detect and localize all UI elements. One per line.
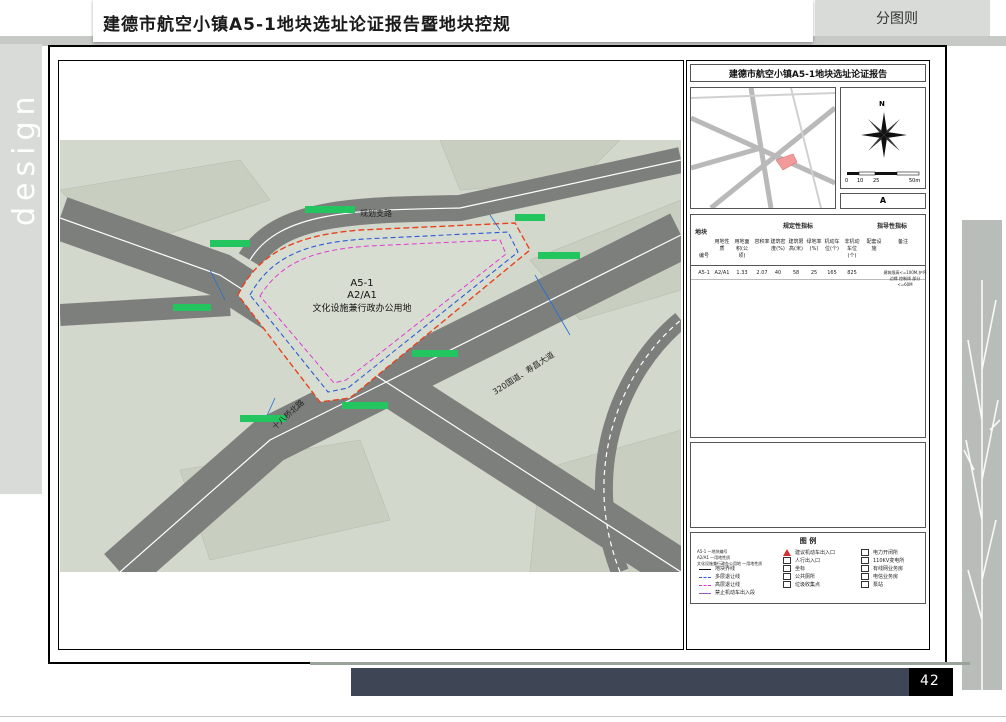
table-cell: 165 <box>827 270 837 276</box>
legend-symbol-icon <box>783 565 791 572</box>
table-header-cell: 非机动车位(个) <box>844 239 860 259</box>
legend-item: 人行出入口 <box>795 558 821 564</box>
table-group-guiding: 指导性指标 <box>877 223 908 230</box>
legend-box: 图 例 A5-1 —地块编号 A2/A1 —用地性质 文化设施兼行政办公用地 —用地… <box>690 532 926 604</box>
table-cell: 25 <box>810 270 818 276</box>
table-header-cell: 建筑限高(米) <box>788 239 804 252</box>
legend-item: 有线网业务房 <box>873 566 904 572</box>
parcel-description-label: 文化设施兼行政办公用地 <box>312 302 411 314</box>
north-arrow-box: N 0 10 25 50m <box>840 87 926 189</box>
legend-line-swatch <box>699 593 711 594</box>
indicator-table: 地块 规定性指标 指导性指标 编号 用地性质 用地面积(公顷) 容积率 建筑密度(%) 建… <box>690 214 927 438</box>
legend-item: 泵站 <box>873 582 884 588</box>
table-header-cell: 用地性质 <box>714 239 730 252</box>
legend-item: 电信业务房 <box>873 574 899 580</box>
legend-item: 高层退让线 <box>715 582 741 588</box>
legend-symbol-icon <box>783 573 791 580</box>
table-cell: A5-1 <box>698 270 710 276</box>
design-watermark-text: design <box>7 90 40 226</box>
facility-symbol-icon <box>861 565 869 572</box>
table-group-mandatory: 规定性指标 <box>783 223 814 230</box>
scale-label: 10 <box>857 178 863 184</box>
facility-symbol-icon <box>861 557 869 564</box>
scale-label: 50m <box>909 178 920 184</box>
site-plan-map[interactable]: 规划支路 320国道、寿昌大道 十八桥北路 A5-1 A2/A1 文化设施兼行政… <box>60 140 681 572</box>
site-plan-drawing: 规划支路 320国道、寿昌大道 十八桥北路 A5-1 A2/A1 文化设施兼行政… <box>60 140 681 572</box>
scale-label: 25 <box>873 178 879 184</box>
legend-item: 公共厕所 <box>795 574 816 580</box>
legend-line-swatch <box>699 569 711 570</box>
scale-label: 0 <box>845 178 848 184</box>
facility-symbol-icon <box>861 549 869 556</box>
parcel-landuse-label: A2/A1 <box>347 290 377 301</box>
table-group-plot: 地块 <box>695 229 708 236</box>
table-header-cell: 编号 <box>698 253 709 259</box>
locator-map[interactable] <box>690 87 836 209</box>
north-label: N <box>879 100 885 108</box>
table-header-cell: 机动车位(个) <box>824 239 840 252</box>
document-title: 建德市航空小镇A5-1地块选址论证报告暨地块控规 <box>103 15 511 35</box>
report-title: 建德市航空小镇A5-1地块选址论证报告 <box>728 70 888 80</box>
footer-bar <box>351 668 909 696</box>
table-cell: 1.33 <box>736 270 748 276</box>
facility-symbol-icon <box>861 573 869 580</box>
legend-item: 建议机动车出入口 <box>795 550 836 556</box>
legend-title: 图 例 <box>799 537 817 545</box>
notes-box <box>690 442 926 528</box>
road-label-north: 规划支路 <box>360 208 392 218</box>
table-header-cell: 建筑密度(%) <box>770 239 786 252</box>
table-cell: 建筑限高<=100M,护坪边缘 控制线 部分<=60M <box>883 270 927 287</box>
legend-line-swatch <box>699 585 711 586</box>
footer-line <box>0 716 1006 717</box>
locator-label: A <box>879 196 887 205</box>
legend-item: 坐标 <box>795 566 806 572</box>
table-cell: 58 <box>792 270 800 276</box>
table-header-cell: 备注 <box>897 239 908 245</box>
facility-symbol-icon <box>861 581 869 588</box>
legend-item: 110KV变电所 <box>873 558 905 564</box>
table-cell: 825 <box>847 270 857 276</box>
legend-symbol-icon <box>783 557 791 564</box>
bottom-rule <box>310 662 970 665</box>
table-header-cell: 用地面积(公顷) <box>734 239 750 259</box>
legend-item: 地块界线 <box>715 566 736 572</box>
page-number: 42 <box>920 673 940 689</box>
compass-icon <box>861 112 907 158</box>
design-watermark: design <box>7 90 40 226</box>
table-header-cell: 绿地率(%) <box>806 239 822 252</box>
legend-item: 垃圾收集点 <box>795 582 821 588</box>
legend-symbol-icon <box>783 581 791 588</box>
legend-item: 多层退让线 <box>715 574 741 580</box>
table-cell: A2/A1 <box>714 270 730 276</box>
parcel-code-label: A5-1 <box>350 278 373 289</box>
vehicle-entrance-icon <box>783 549 791 556</box>
legend-item: 电力开闭所 <box>873 550 899 556</box>
section-label: 分图则 <box>876 11 918 27</box>
scale-bar: 0 10 25 50m <box>845 171 920 184</box>
table-header-cell: 配套设施 <box>866 239 882 252</box>
legend-line-swatch <box>699 577 711 578</box>
table-cell: 40 <box>774 270 782 276</box>
legend-item: 禁止机动车出入段 <box>715 590 756 596</box>
table-header-rule <box>691 265 925 266</box>
right-tree-decoration <box>962 220 1002 690</box>
tree-branches-icon <box>963 280 1001 690</box>
locator-map-drawing <box>691 88 835 208</box>
